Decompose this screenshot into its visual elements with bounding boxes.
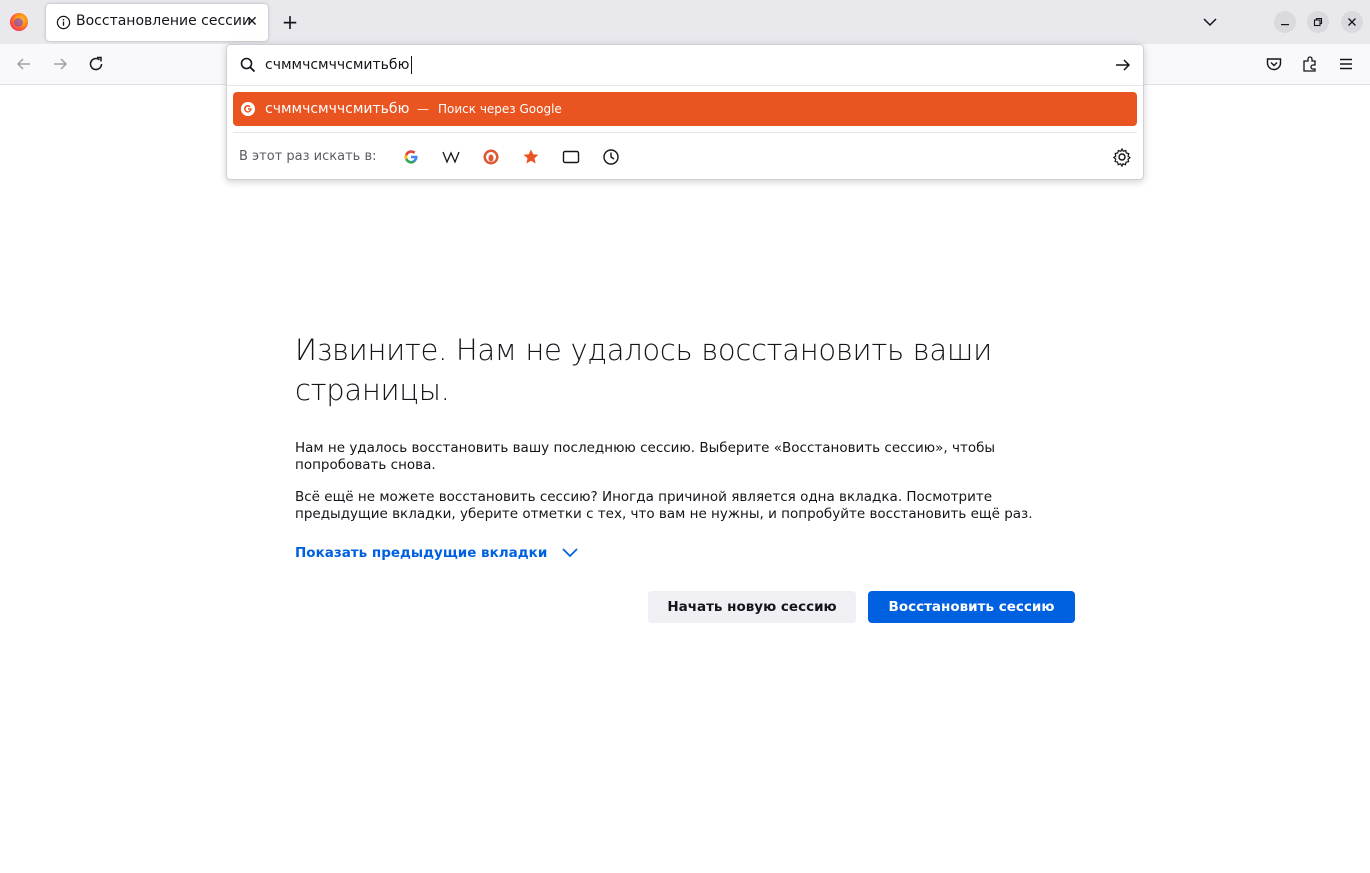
chevron-down-icon[interactable] bbox=[561, 545, 579, 559]
urlbar-dropdown: счммчсмччсмитьбю — Поиск через Google В … bbox=[226, 44, 1144, 180]
text-caret bbox=[411, 56, 412, 74]
minimize-icon bbox=[1281, 24, 1289, 26]
bookmarks-icon bbox=[523, 149, 539, 164]
forward-icon[interactable] bbox=[50, 54, 70, 74]
pocket-icon[interactable] bbox=[1264, 54, 1284, 74]
tab-title: Восстановление сессии bbox=[76, 13, 252, 29]
bookmarks-button[interactable] bbox=[520, 146, 542, 168]
google-icon bbox=[404, 150, 418, 164]
hint-paragraph: Всё ещё не можете восстановить сессию? И… bbox=[295, 489, 1033, 522]
urlbar-input[interactable] bbox=[265, 53, 1105, 77]
close-icon bbox=[1348, 18, 1356, 26]
go-arrow-icon[interactable] bbox=[1113, 55, 1133, 75]
tabs-button[interactable] bbox=[560, 146, 582, 168]
tabs-icon bbox=[562, 150, 580, 164]
minimize-button[interactable] bbox=[1274, 11, 1296, 33]
wikipedia-icon bbox=[442, 151, 460, 164]
suggestion-text: счммчсмччсмитьбю bbox=[265, 101, 410, 117]
back-icon[interactable] bbox=[14, 54, 34, 74]
google-icon bbox=[241, 102, 255, 116]
reload-icon[interactable] bbox=[86, 54, 106, 74]
restore-icon bbox=[1313, 17, 1323, 27]
suggestion-action: Поиск через Google bbox=[438, 102, 562, 116]
page-title: Извините. Нам не удалось восстановить ва… bbox=[295, 333, 992, 407]
restore-button[interactable] bbox=[1307, 11, 1329, 33]
engine-duckduckgo-button[interactable] bbox=[480, 146, 502, 168]
list-all-tabs-icon[interactable] bbox=[1200, 12, 1220, 32]
tab-close-icon[interactable]: ✕ bbox=[244, 14, 260, 30]
menu-icon[interactable] bbox=[1336, 54, 1356, 74]
search-icon bbox=[240, 57, 256, 73]
close-window-button[interactable] bbox=[1341, 11, 1363, 33]
divider bbox=[227, 85, 1143, 86]
history-button[interactable] bbox=[600, 146, 622, 168]
suggestion-separator: — bbox=[417, 102, 429, 116]
engine-wikipedia-button[interactable] bbox=[440, 146, 462, 168]
tab-session-restore[interactable]: Восстановление сессии ✕ bbox=[46, 4, 268, 41]
new-tab-button[interactable]: + bbox=[280, 12, 300, 32]
start-new-session-button[interactable]: Начать новую сессию bbox=[648, 591, 856, 623]
restore-session-button[interactable]: Восстановить сессию bbox=[868, 591, 1075, 623]
session-restore-content: Извините. Нам не удалось восстановить ва… bbox=[295, 330, 1085, 623]
search-settings-gear-icon[interactable] bbox=[1111, 146, 1133, 168]
extensions-icon[interactable] bbox=[1300, 54, 1320, 74]
search-suggestion-row[interactable]: счммчсмччсмитьбю — Поиск через Google bbox=[233, 92, 1137, 126]
duckduckgo-icon bbox=[483, 149, 499, 165]
description-paragraph: Нам не удалось восстановить вашу последн… bbox=[295, 440, 996, 473]
info-icon bbox=[56, 15, 71, 30]
oneoff-search-label: В этот раз искать в: bbox=[239, 149, 377, 164]
firefox-logo-icon[interactable] bbox=[10, 13, 28, 31]
engine-google-button[interactable] bbox=[400, 146, 422, 168]
show-previous-tabs-link[interactable]: Показать предыдущие вкладки bbox=[295, 545, 547, 561]
history-icon bbox=[603, 149, 619, 165]
tab-strip: Восстановление сессии ✕ + bbox=[0, 0, 1370, 44]
divider bbox=[233, 132, 1137, 133]
